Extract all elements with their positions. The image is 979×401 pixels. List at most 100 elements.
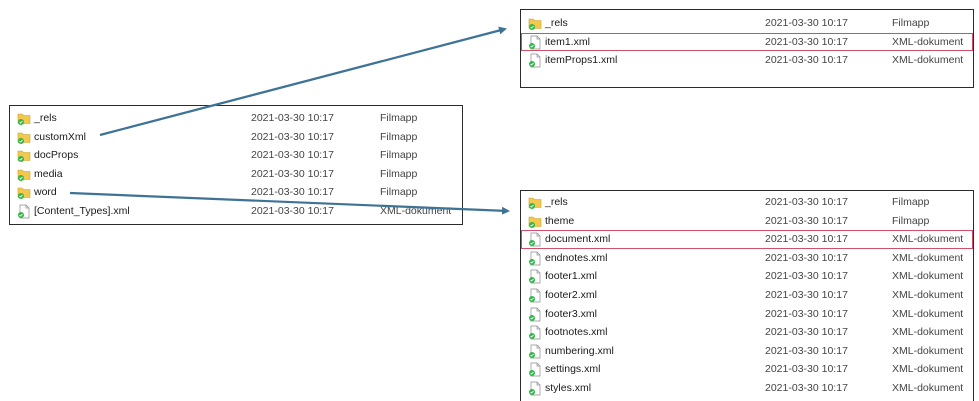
file-type: Filmapp <box>892 17 930 29</box>
file-row[interactable]: _rels 2021-03-30 10:17 Filmapp <box>521 14 973 33</box>
file-name: word <box>34 186 57 199</box>
file-type: XML-dokument <box>892 233 964 246</box>
file-row[interactable]: footer3.xml 2021-03-30 10:17 XML-dokument <box>521 305 973 324</box>
file-list-rows: _rels 2021-03-30 10:17 Filmapp theme 2021-03… <box>521 191 973 398</box>
file-list-root: _rels 2021-03-30 10:17 Filmapp customXml 202… <box>9 105 463 225</box>
file-row[interactable]: footnotes.xml 2021-03-30 10:17 XML-dokumen… <box>521 323 973 342</box>
file-name: theme <box>545 214 575 227</box>
file-name: endnotes.xml <box>545 251 608 264</box>
file-row[interactable]: customXml 2021-03-30 10:17 Filmapp <box>10 128 462 147</box>
file-type: XML-dokument <box>380 204 452 217</box>
file-type: XML-dokument <box>892 251 964 264</box>
xml-file-icon <box>17 204 31 219</box>
file-row[interactable]: theme 2021-03-30 10:17 Filmapp <box>521 212 973 231</box>
file-name: item1.xml <box>545 35 590 48</box>
file-name: settings.xml <box>545 363 601 376</box>
xml-file-icon <box>528 381 542 396</box>
file-row[interactable]: styles.xml 2021-03-30 10:17 XML-dokument <box>521 379 973 398</box>
file-date: 2021-03-30 10:17 <box>765 363 848 376</box>
file-name: itemProps1.xml <box>545 54 618 67</box>
file-date: 2021-03-30 10:17 <box>765 307 848 320</box>
xml-file-icon <box>528 53 542 68</box>
file-name: _rels <box>34 112 57 124</box>
folder-icon <box>528 214 542 229</box>
file-name: footer3.xml <box>545 307 597 320</box>
file-row[interactable]: numbering.xml 2021-03-30 10:17 XML-dokumen… <box>521 342 973 361</box>
file-date: 2021-03-30 10:17 <box>251 149 334 162</box>
xml-file-icon <box>528 325 542 340</box>
file-type: Filmapp <box>892 214 930 227</box>
file-type: Filmapp <box>380 167 418 180</box>
file-date: 2021-03-30 10:17 <box>765 288 848 301</box>
file-type: XML-dokument <box>892 307 964 320</box>
file-type: XML-dokument <box>892 54 964 67</box>
file-name: customXml <box>34 130 86 143</box>
file-type: XML-dokument <box>892 35 964 48</box>
file-row[interactable]: footer1.xml 2021-03-30 10:17 XML-dokument <box>521 267 973 286</box>
folder-icon <box>528 16 542 31</box>
file-type: Filmapp <box>380 130 418 143</box>
folder-icon <box>17 148 31 163</box>
file-date: 2021-03-30 10:17 <box>765 196 848 208</box>
file-row-highlighted[interactable]: item1.xml 2021-03-30 10:17 XML-dokument <box>521 33 973 52</box>
file-name: docProps <box>34 149 79 162</box>
file-name: _rels <box>545 17 568 29</box>
file-row-highlighted[interactable]: document.xml 2021-03-30 10:17 XML-dokument <box>521 230 973 249</box>
xml-file-icon <box>528 35 542 50</box>
folder-icon <box>17 185 31 200</box>
file-row[interactable]: media 2021-03-30 10:17 Filmapp <box>10 165 462 184</box>
file-name: footnotes.xml <box>545 326 608 339</box>
file-type: Filmapp <box>380 149 418 162</box>
file-date: 2021-03-30 10:17 <box>251 167 334 180</box>
folder-icon <box>17 111 31 126</box>
file-type: XML-dokument <box>892 363 964 376</box>
file-date: 2021-03-30 10:17 <box>765 251 848 264</box>
file-name: numbering.xml <box>545 344 614 357</box>
file-date: 2021-03-30 10:17 <box>765 344 848 357</box>
file-row[interactable]: settings.xml 2021-03-30 10:17 XML-dokument <box>521 360 973 379</box>
file-row[interactable]: [Content_Types].xml 2021-03-30 10:17 XML-d… <box>10 202 462 221</box>
file-date: 2021-03-30 10:17 <box>251 112 334 124</box>
xml-file-icon <box>528 344 542 359</box>
file-name: [Content_Types].xml <box>34 204 130 217</box>
folder-icon <box>528 195 542 210</box>
file-date: 2021-03-30 10:17 <box>765 381 848 394</box>
file-row[interactable]: itemProps1.xml 2021-03-30 10:17 XML-dokume… <box>521 51 973 70</box>
file-date: 2021-03-30 10:17 <box>765 270 848 283</box>
file-list-rows: _rels 2021-03-30 10:17 Filmapp item1.xml 202… <box>521 10 973 70</box>
xml-file-icon <box>528 288 542 303</box>
file-row[interactable]: word 2021-03-30 10:17 Filmapp <box>10 183 462 202</box>
xml-file-icon <box>528 307 542 322</box>
file-type: XML-dokument <box>892 381 964 394</box>
file-name: footer1.xml <box>545 270 597 283</box>
file-row[interactable]: _rels 2021-03-30 10:17 Filmapp <box>10 109 462 128</box>
file-name: media <box>34 167 63 180</box>
file-list-rows: _rels 2021-03-30 10:17 Filmapp customXml 202… <box>10 106 462 221</box>
file-list-customxml: _rels 2021-03-30 10:17 Filmapp item1.xml 202… <box>520 9 974 88</box>
xml-file-icon <box>528 362 542 377</box>
file-list-word: _rels 2021-03-30 10:17 Filmapp theme 2021-03… <box>520 190 974 401</box>
file-type: XML-dokument <box>892 326 964 339</box>
file-date: 2021-03-30 10:17 <box>765 17 848 29</box>
file-type: Filmapp <box>380 112 418 124</box>
file-date: 2021-03-30 10:17 <box>765 233 848 246</box>
file-type: Filmapp <box>380 186 418 199</box>
file-name: _rels <box>545 196 568 208</box>
file-date: 2021-03-30 10:17 <box>251 130 334 143</box>
file-row[interactable]: footer2.xml 2021-03-30 10:17 XML-dokument <box>521 286 973 305</box>
file-row[interactable]: _rels 2021-03-30 10:17 Filmapp <box>521 193 973 212</box>
file-date: 2021-03-30 10:17 <box>251 204 334 217</box>
xml-file-icon <box>528 232 542 247</box>
folder-icon <box>17 167 31 182</box>
file-type: XML-dokument <box>892 344 964 357</box>
file-row[interactable]: endnotes.xml 2021-03-30 10:17 XML-dokument <box>521 249 973 268</box>
file-row[interactable]: docProps 2021-03-30 10:17 Filmapp <box>10 146 462 165</box>
file-date: 2021-03-30 10:17 <box>765 326 848 339</box>
file-type: XML-dokument <box>892 270 964 283</box>
file-type: Filmapp <box>892 196 930 208</box>
xml-file-icon <box>528 251 542 266</box>
xml-file-icon <box>528 269 542 284</box>
file-date: 2021-03-30 10:17 <box>765 54 848 67</box>
file-name: footer2.xml <box>545 288 597 301</box>
file-date: 2021-03-30 10:17 <box>251 186 334 199</box>
